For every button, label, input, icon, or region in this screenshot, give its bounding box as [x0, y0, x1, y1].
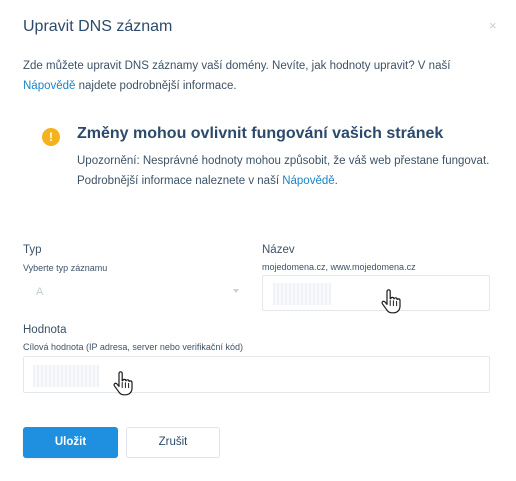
cancel-button[interactable]: Zrušit [126, 427, 220, 458]
record-type-select[interactable]: A [23, 276, 245, 310]
dialog-title: Upravit DNS záznam [23, 18, 173, 35]
name-input[interactable] [262, 275, 490, 311]
redacted-value [33, 365, 99, 387]
value-hint: Cílová hodnota (IP adresa, server nebo v… [23, 342, 243, 352]
help-link[interactable]: Nápovědě [23, 80, 75, 92]
redacted-name-value [273, 283, 331, 305]
warning-help-link[interactable]: Nápovědě [282, 175, 334, 187]
warning-title: Změny mohou ovlivnit fungování vašich st… [77, 125, 444, 142]
intro-text: Zde můžete upravit DNS záznamy vaší domé… [23, 56, 493, 96]
type-label: Typ [23, 244, 42, 256]
hand-cursor-icon [113, 371, 133, 396]
intro-text-before: Zde můžete upravit DNS záznamy vaší domé… [23, 60, 451, 72]
value-input[interactable] [23, 356, 490, 393]
name-hint: mojedomena.cz, www.mojedomena.cz [262, 262, 416, 272]
hand-cursor-icon [381, 289, 401, 314]
warning-icon: ! [42, 128, 60, 146]
record-type-value: A [36, 286, 44, 298]
value-label: Hodnota [23, 324, 67, 336]
intro-text-after: najdete podrobnější informace. [75, 80, 237, 92]
save-button[interactable]: Uložit [23, 427, 118, 458]
edit-dns-dialog: Upravit DNS záznam × Zde můžete upravit … [0, 0, 516, 481]
close-icon[interactable]: × [489, 19, 501, 32]
warning-text: Upozornění: Nesprávné hodnoty mohou způs… [77, 151, 497, 191]
name-label: Název [262, 244, 295, 256]
warning-text-after: . [334, 175, 338, 187]
chevron-down-icon [233, 289, 239, 293]
type-hint: Vyberte typ záznamu [23, 263, 108, 273]
